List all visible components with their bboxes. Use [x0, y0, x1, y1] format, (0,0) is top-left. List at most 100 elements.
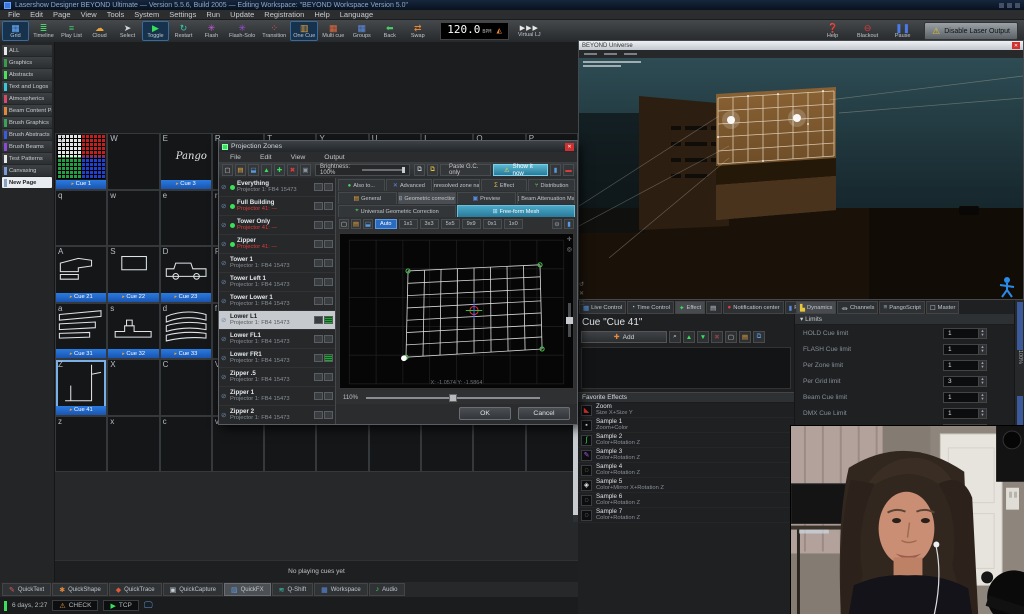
zone-row[interactable]: ⊘ Everything Projector 1: FB4 15473 [219, 178, 335, 197]
zone-row[interactable]: ⊘ Tower Lower 1 Projector 1: FB4 15473 [219, 292, 335, 311]
brightness-control[interactable]: Brightness: 100% [315, 164, 410, 176]
zone-grid-button[interactable] [324, 297, 333, 305]
page-tab[interactable]: Beam Content Pack [2, 105, 52, 116]
zone-row[interactable]: ⊘ Full Building Projector 41: — [219, 197, 335, 216]
spinner-icon[interactable] [979, 360, 987, 371]
cue-cell[interactable]: w [107, 190, 159, 247]
cue-cell[interactable]: Q ▸Cue 1 [55, 133, 107, 190]
mesh-preset-button[interactable]: 5x5 [441, 219, 460, 229]
effect-tool-button[interactable]: ▼ [697, 331, 709, 343]
effect-tool-button[interactable]: ▤ [739, 331, 751, 343]
zone-test-button[interactable] [314, 202, 323, 210]
mesh-preset-button[interactable]: 3x3 [420, 219, 439, 229]
zone-row[interactable]: ⊘ Zipper .5 Projector 1: FB4 15473 [219, 368, 335, 387]
zone-mute-icon[interactable]: ⊘ [221, 221, 228, 229]
viz-close-icon[interactable]: ✕ [1012, 42, 1020, 49]
dialog-title-bar[interactable]: Projection Zones ✕ [219, 141, 577, 152]
limit-value-field[interactable]: 1 [943, 328, 979, 339]
zone-test-button[interactable] [314, 411, 323, 419]
zone-grid-button[interactable] [324, 183, 333, 191]
favorite-effect-item[interactable]: ◣ Zoom Size X+Size Y [578, 403, 794, 418]
toolbar-button[interactable]: ⬅ Back [376, 21, 403, 41]
zone-test-button[interactable] [314, 354, 323, 362]
menu-item[interactable]: Tools [102, 10, 130, 19]
zone-mute-icon[interactable]: ⊘ [221, 202, 228, 210]
mesh-preset-button[interactable]: 1x0 [504, 219, 523, 229]
zone-mute-icon[interactable]: ⊘ [221, 316, 228, 324]
canvas-zoom-slider[interactable] [366, 397, 540, 399]
close-button[interactable] [1015, 3, 1020, 8]
zone-mute-icon[interactable]: ⊘ [221, 183, 228, 191]
viz-side-tools[interactable]: ↺✕⬚ [579, 282, 587, 306]
zone-mute-icon[interactable]: ⊘ [221, 411, 228, 419]
page-tab[interactable]: Graphics [2, 57, 52, 68]
toolbar-button[interactable]: ≡ Play List [58, 21, 85, 41]
favorite-effect-item[interactable]: ◈ Sample 5 Color+Mirror X+Rotation Z [578, 478, 794, 493]
effect-tool-button[interactable]: ✖ [711, 331, 723, 343]
zone-mute-icon[interactable]: ⊘ [221, 392, 228, 400]
toolbar-button[interactable]: ▦ Groups [348, 21, 375, 41]
minimize-button[interactable] [999, 3, 1004, 8]
tcp-badge[interactable]: ▶ TCP [103, 600, 138, 611]
check-badge[interactable]: ⚠ CHECK [52, 600, 98, 611]
favorite-effect-item[interactable]: ◌ Sample 6 Color+Rotation Z [578, 493, 794, 508]
zone-grid-button[interactable] [324, 240, 333, 248]
dialog-output-button[interactable]: ▬ [563, 164, 574, 176]
canvas-vertical-slider[interactable] [568, 303, 571, 337]
favorite-effect-item[interactable]: ▪ Sample 1 Zoom+Color [578, 418, 794, 433]
toolbar-button[interactable]: ✳ Flash [198, 21, 225, 41]
toolbar-button[interactable]: ➤ Select [114, 21, 141, 41]
menu-item[interactable]: Page [48, 10, 76, 19]
favorite-effect-item[interactable]: ◌ Sample 7 Color+Rotation Z [578, 508, 794, 523]
cue-cell[interactable]: d ▸Cue 33 [160, 303, 212, 360]
toolbar-right-button[interactable]: ⚠ Disable Laser Output [924, 22, 1018, 40]
limits-section-header[interactable]: ▾ Limits [795, 314, 1024, 325]
zone-tab[interactable]: ▤General [338, 192, 397, 204]
menu-item[interactable]: View [76, 10, 102, 19]
bpm-display[interactable]: 120.0 BPM ◭ [440, 22, 509, 40]
menu-item[interactable]: System [129, 10, 164, 19]
favorite-effect-item[interactable]: ✎ Sample 3 Color+Rotation Z [578, 448, 794, 463]
dialog-menu-item[interactable]: Output [319, 154, 349, 161]
zone-tab[interactable]: ✕Advanced [386, 179, 433, 191]
mesh-editor-canvas[interactable]: ✛◎ X: -1.0574 Y: -1.5864 [339, 233, 574, 389]
dialog-copy-button[interactable]: ⧉ [414, 164, 425, 176]
toolbar-button[interactable]: ↻ Restart [170, 21, 197, 41]
zone-test-button[interactable] [314, 221, 323, 229]
spinner-icon[interactable] [979, 408, 987, 419]
mesh-preset-button[interactable]: Auto [375, 219, 397, 229]
virtual-lj-button[interactable]: ▶▶▶ Virtual LJ [518, 24, 541, 38]
page-tab[interactable]: ALL [2, 45, 52, 56]
mesh-view-button[interactable]: ▮ [564, 219, 574, 229]
spinner-icon[interactable] [979, 344, 987, 355]
mesh-file-button[interactable]: ⬓ [363, 219, 373, 229]
quick-tab[interactable]: ≋ Q-Shift [272, 583, 314, 596]
cue-cell[interactable]: q [55, 190, 107, 247]
favorite-effect-item[interactable]: ʃ Sample 2 Color+Rotation Z [578, 433, 794, 448]
maximize-button[interactable] [1007, 3, 1012, 8]
zone-tab[interactable]: ✖Unresolved zone names [433, 179, 480, 191]
page-tab[interactable]: Abstracts [2, 69, 52, 80]
limit-value-field[interactable]: 1 [943, 392, 979, 403]
spinner-icon[interactable] [979, 392, 987, 403]
panel-tab[interactable]: ✦ Effect [675, 301, 705, 314]
geometric-subtab[interactable]: ⌖Universal Geometric Correction [338, 205, 456, 217]
zone-test-button[interactable] [314, 240, 323, 248]
cue-cell[interactable]: z [55, 416, 107, 473]
canvas-tools[interactable]: ✛◎ [567, 236, 572, 253]
page-tab[interactable]: Brush Beams [2, 141, 52, 152]
menu-item[interactable]: Run [201, 10, 225, 19]
dialog-menu-item[interactable]: Edit [255, 154, 277, 161]
spinner-icon[interactable] [979, 328, 987, 339]
limit-value-field[interactable]: 1 [943, 408, 979, 419]
zone-mute-icon[interactable]: ⊘ [221, 240, 228, 248]
monitor-icon[interactable]: 🖵 [144, 600, 153, 611]
dialog-tool-button[interactable]: ⬓ [248, 164, 259, 176]
panel-tab[interactable]: ● Notification center [723, 301, 783, 314]
dynamics-tab[interactable]: ☐ Master [926, 301, 960, 314]
quick-tab[interactable]: ♪ Audio [369, 583, 405, 596]
zone-row[interactable]: ⊘ Lower FR1 Projector 1: FB4 15473 [219, 349, 335, 368]
dynamics-tab[interactable]: ▙ Dynamics [796, 301, 836, 314]
cue-cell[interactable]: W [107, 133, 159, 190]
page-tab[interactable]: Text and Logos [2, 81, 52, 92]
